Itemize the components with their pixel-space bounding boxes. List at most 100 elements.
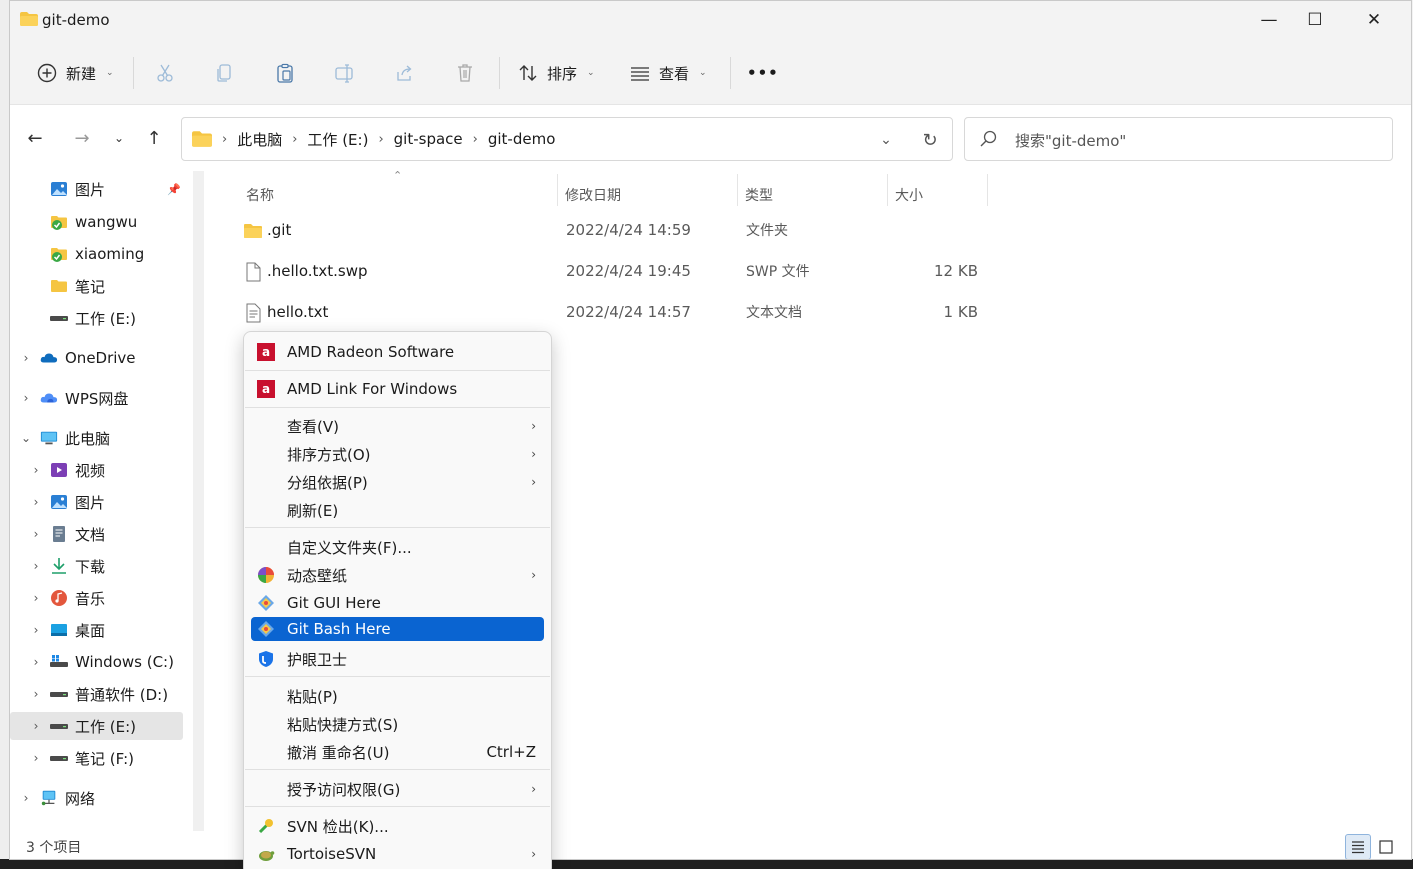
- sidebar-item-drive-e[interactable]: › 工作 (E:): [10, 712, 183, 740]
- sidebar-item-onedrive[interactable]: › OneDrive: [10, 344, 183, 372]
- breadcrumb-drive-e[interactable]: 工作 (E:): [307, 129, 368, 150]
- chevron-right-icon[interactable]: ›: [30, 495, 42, 509]
- file-row[interactable]: .git 2022/4/24 14:59 文件夹: [235, 212, 995, 248]
- menu-item-git-gui[interactable]: Git GUI Here: [251, 589, 544, 617]
- menu-item-svn-checkout[interactable]: SVN 检出(K)...: [251, 812, 544, 840]
- tiles-view-icon: [1379, 840, 1393, 854]
- chevron-right-icon[interactable]: ›: [20, 791, 32, 805]
- sidebar-item-downloads[interactable]: › 下载: [10, 552, 183, 580]
- menu-item-grant-access[interactable]: 授予访问权限(G) ›: [251, 775, 544, 803]
- chevron-right-icon[interactable]: ›: [30, 527, 42, 541]
- chevron-right-icon[interactable]: ›: [30, 719, 42, 733]
- menu-item-group-by[interactable]: 分组依据(P) ›: [251, 468, 544, 496]
- column-divider[interactable]: [557, 174, 558, 206]
- close-button[interactable]: ✕: [1345, 1, 1403, 39]
- file-row[interactable]: hello.txt 2022/4/24 14:57 文本文档 1 KB: [235, 294, 995, 330]
- menu-item-git-bash[interactable]: Git Bash Here: [251, 617, 544, 641]
- command-bar: 新建 ⌄ 排序 ⌄ 查看 ⌄ •••: [10, 41, 1411, 105]
- forward-arrow-icon[interactable]: →: [69, 125, 95, 151]
- more-options-button[interactable]: •••: [747, 53, 779, 93]
- menu-item-amd-radeon[interactable]: a AMD Radeon Software: [251, 338, 544, 366]
- sidebar-item-this-pc[interactable]: ⌄ 此电脑: [10, 424, 183, 452]
- menu-item-undo-rename[interactable]: 撤消 重命名(U) Ctrl+Z: [251, 738, 544, 766]
- column-divider[interactable]: [737, 174, 738, 206]
- sort-button[interactable]: 排序 ⌄: [517, 53, 595, 93]
- sidebar-item-drive-c[interactable]: › Windows (C:): [10, 648, 183, 676]
- sidebar-item-pictures[interactable]: › 图片: [10, 488, 183, 516]
- new-button[interactable]: 新建 ⌄: [36, 53, 114, 93]
- menu-item-paste-shortcut[interactable]: 粘贴快捷方式(S): [251, 710, 544, 738]
- cut-button[interactable]: [154, 53, 176, 93]
- breadcrumb-this-pc[interactable]: 此电脑: [237, 129, 282, 150]
- breadcrumb-git-demo[interactable]: git-demo: [488, 130, 556, 148]
- music-icon: [51, 590, 67, 606]
- sidebar-item-label: 音乐: [75, 589, 106, 608]
- sidebar-item-notes[interactable]: 笔记: [10, 272, 183, 300]
- sidebar-item-network[interactable]: › 网络: [10, 784, 183, 812]
- chevron-right-icon[interactable]: ›: [30, 751, 42, 765]
- details-view-button[interactable]: [1345, 834, 1371, 859]
- chevron-right-icon: ›: [292, 131, 298, 147]
- refresh-icon[interactable]: ↻: [918, 128, 942, 152]
- sidebar-item-work-drive-quick[interactable]: 工作 (E:): [10, 304, 183, 332]
- sidebar-item-drive-d[interactable]: › 普通软件 (D:): [10, 680, 183, 708]
- recent-locations-chevron-icon[interactable]: ⌄: [106, 125, 132, 151]
- pin-icon: 📌: [167, 183, 181, 196]
- tiles-view-button[interactable]: [1373, 834, 1399, 859]
- menu-item-view[interactable]: 查看(V) ›: [251, 412, 544, 440]
- menu-item-live-wallpaper[interactable]: 动态壁纸 ›: [251, 561, 544, 589]
- breadcrumb-git-space[interactable]: git-space: [394, 130, 463, 148]
- sidebar-item-videos[interactable]: › 视频: [10, 456, 183, 484]
- column-header-type[interactable]: 类型: [745, 177, 773, 213]
- sidebar-item-drive-f[interactable]: › 笔记 (F:): [10, 744, 183, 772]
- rename-button[interactable]: [334, 53, 356, 93]
- menu-item-eye-guard[interactable]: 护眼卫士: [251, 645, 544, 673]
- chevron-right-icon[interactable]: ›: [30, 687, 42, 701]
- view-button[interactable]: 查看 ⌄: [629, 53, 707, 93]
- sidebar-item-documents[interactable]: › 文档: [10, 520, 183, 548]
- up-arrow-icon[interactable]: ↑: [141, 125, 167, 151]
- chevron-right-icon: ›: [531, 568, 536, 582]
- drive-icon: [50, 724, 68, 729]
- folder-icon: [244, 224, 262, 238]
- sidebar-item-pictures-quick[interactable]: 图片 📌: [10, 175, 183, 203]
- chevron-right-icon[interactable]: ›: [20, 351, 32, 365]
- chevron-right-icon[interactable]: ›: [30, 623, 42, 637]
- chevron-right-icon[interactable]: ›: [20, 391, 32, 405]
- file-row[interactable]: .hello.txt.swp 2022/4/24 19:45 SWP 文件 12…: [235, 253, 995, 289]
- address-bar[interactable]: › 此电脑 › 工作 (E:) › git-space › git-demo ⌄…: [181, 117, 953, 161]
- back-arrow-icon[interactable]: ←: [22, 125, 48, 151]
- chevron-right-icon[interactable]: ›: [30, 655, 42, 669]
- sidebar-item-wps-drive[interactable]: › WPS网盘: [10, 384, 183, 412]
- column-header-size[interactable]: 大小: [895, 177, 923, 213]
- chevron-right-icon[interactable]: ›: [30, 463, 42, 477]
- sidebar-item-music[interactable]: › 音乐: [10, 584, 183, 612]
- chevron-right-icon[interactable]: ›: [30, 591, 42, 605]
- column-divider[interactable]: [987, 174, 988, 206]
- menu-item-customize-folder[interactable]: 自定义文件夹(F)...: [251, 533, 544, 561]
- sidebar-item-wangwu[interactable]: wangwu: [10, 208, 183, 236]
- paste-button[interactable]: [274, 53, 296, 93]
- sidebar-item-xiaoming[interactable]: xiaoming: [10, 240, 183, 268]
- address-history-chevron-icon[interactable]: ⌄: [874, 128, 898, 152]
- menu-item-sort-by[interactable]: 排序方式(O) ›: [251, 440, 544, 468]
- menu-item-amd-link[interactable]: a AMD Link For Windows: [251, 375, 544, 403]
- sidebar-item-desktop[interactable]: › 桌面: [10, 616, 183, 644]
- chevron-right-icon[interactable]: ›: [30, 559, 42, 573]
- share-button[interactable]: [394, 53, 416, 93]
- title-bar[interactable]: git-demo — ☐ ✕: [10, 1, 1411, 41]
- menu-item-label: Git Bash Here: [287, 620, 391, 638]
- menu-item-tortoise-svn[interactable]: TortoiseSVN ›: [251, 840, 544, 868]
- chevron-right-icon: ›: [531, 447, 536, 461]
- delete-button[interactable]: [454, 53, 476, 93]
- search-box[interactable]: 搜索"git-demo": [964, 117, 1393, 161]
- chevron-down-icon[interactable]: ⌄: [20, 431, 32, 445]
- drive-icon: [50, 316, 68, 321]
- menu-item-refresh[interactable]: 刷新(E): [251, 496, 544, 524]
- menu-item-paste[interactable]: 粘贴(P): [251, 682, 544, 710]
- column-divider[interactable]: [887, 174, 888, 206]
- maximize-button[interactable]: ☐: [1286, 1, 1344, 39]
- copy-button[interactable]: [214, 53, 236, 93]
- column-header-name[interactable]: 名称: [246, 177, 274, 213]
- column-header-date[interactable]: 修改日期: [565, 177, 621, 213]
